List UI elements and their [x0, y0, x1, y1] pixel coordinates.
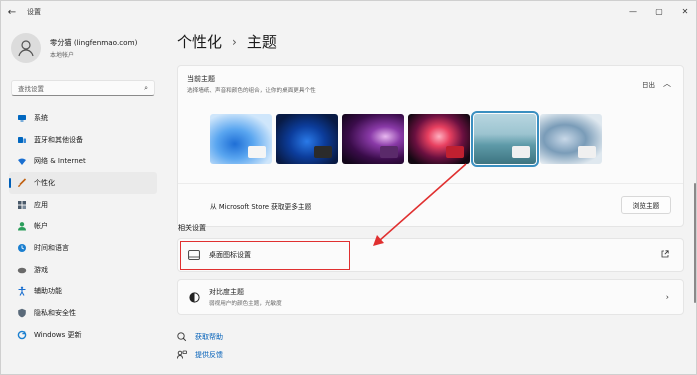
brush-icon — [17, 178, 27, 188]
feedback-icon — [177, 350, 187, 360]
theme-preview-window — [512, 146, 530, 158]
current-theme-header[interactable]: 当前主题 选择墙纸、声音和颜色的组合，让你的桌面更具个性 — [187, 74, 316, 94]
contrast-icon — [188, 291, 200, 303]
give-feedback-text: 提供反馈 — [195, 351, 223, 359]
theme-thumbnail-captured-motion[interactable] — [408, 114, 470, 164]
chevron-right-icon: › — [232, 34, 237, 49]
get-help-text: 获取帮助 — [195, 333, 223, 341]
sidebar-item-time-language[interactable]: 时间和语言 — [9, 237, 157, 259]
account-type: 本地帐户 — [50, 51, 75, 59]
store-text: 从 Microsoft Store 获取更多主题 — [210, 202, 312, 211]
sidebar-item-label: Windows 更新 — [34, 330, 82, 339]
sidebar-item-label: 隐私和安全性 — [34, 309, 76, 318]
sidebar-item-system[interactable]: 系统 — [9, 107, 157, 129]
theme-preview-window — [446, 146, 464, 158]
sidebar-item-label: 网络 & Internet — [34, 157, 86, 166]
sidebar-item-personalization[interactable]: 个性化 — [9, 172, 157, 194]
sidebar-item-label: 应用 — [34, 200, 48, 209]
theme-thumbnail-windows-dark[interactable] — [276, 114, 338, 164]
accessibility-icon — [17, 286, 27, 297]
sidebar-item-label: 帐户 — [34, 222, 48, 231]
contrast-themes-row[interactable]: 对比度主题 弱视用户的颜色主题，光敏度 › — [177, 279, 684, 315]
sidebar-item-network[interactable]: 网络 & Internet — [9, 150, 157, 172]
theme-gallery — [210, 111, 606, 167]
collapse-toggle[interactable]: 日出 ︿ — [642, 78, 671, 89]
sidebar-item-label: 蓝牙和其他设备 — [34, 135, 83, 144]
sidebar-item-label: 辅助功能 — [34, 287, 62, 296]
theme-thumbnail-glow[interactable] — [342, 114, 404, 164]
shield-icon — [17, 308, 27, 318]
main-content: 个性化 › 主题 当前主题 选择墙纸、声音和颜色的组合，让你的桌面更具个性 日出… — [165, 23, 697, 375]
avatar — [11, 33, 41, 63]
sidebar-item-label: 时间和语言 — [34, 243, 69, 252]
theme-preview-window — [578, 146, 596, 158]
apps-icon — [17, 200, 27, 210]
related-settings-label: 相关设置 — [178, 224, 206, 232]
theme-thumbnail-flow[interactable] — [540, 114, 602, 164]
breadcrumb: 个性化 › 主题 — [177, 31, 277, 52]
gamepad-icon — [17, 265, 27, 275]
chevron-right-icon: › — [665, 292, 669, 302]
sidebar-nav: 系统 蓝牙和其他设备 网络 & Internet 个性化 应用 帐户 时间和语言 — [9, 107, 157, 346]
store-row: 从 Microsoft Store 获取更多主题 浏览主题 — [178, 183, 683, 227]
annotation-highlight-box — [180, 241, 350, 270]
windows-update-icon — [17, 330, 27, 340]
current-theme-card: 当前主题 选择墙纸、声音和颜色的组合，让你的桌面更具个性 日出 ︿ 从 Micr… — [177, 65, 684, 227]
window-controls: — ▢ ✕ — [620, 1, 697, 21]
close-icon[interactable]: ✕ — [672, 1, 697, 21]
current-theme-description: 选择墙纸、声音和颜色的组合，让你的桌面更具个性 — [187, 88, 316, 94]
window-title: 设置 — [27, 8, 41, 16]
back-arrow-icon[interactable]: ← — [1, 7, 23, 18]
person-icon — [18, 40, 34, 57]
chevron-up-icon: ︿ — [663, 79, 671, 88]
get-help-link[interactable]: 获取帮助 — [177, 332, 223, 342]
sidebar-item-bluetooth[interactable]: 蓝牙和其他设备 — [9, 129, 157, 151]
sidebar-item-accounts[interactable]: 帐户 — [9, 215, 157, 237]
account-icon — [17, 221, 27, 231]
give-feedback-link[interactable]: 提供反馈 — [177, 350, 223, 360]
globe-clock-icon — [17, 243, 27, 253]
monitor-icon — [17, 113, 27, 123]
external-link-icon — [661, 250, 669, 260]
breadcrumb-parent[interactable]: 个性化 — [177, 31, 222, 52]
theme-preview-window — [248, 146, 266, 158]
current-theme-name: 日出 — [642, 80, 655, 89]
sidebar-item-label: 个性化 — [34, 178, 55, 187]
sidebar-item-windows-update[interactable]: Windows 更新 — [9, 324, 157, 346]
sidebar-item-label: 系统 — [34, 113, 48, 122]
user-name: 零分猫 (lingfenmao.com) — [50, 37, 138, 47]
maximize-icon[interactable]: ▢ — [646, 1, 672, 21]
theme-preview-window — [380, 146, 398, 158]
sidebar: 零分猫 (lingfenmao.com) 本地帐户 查找设置 ⌕ 系统 蓝牙和其… — [1, 23, 165, 375]
browse-themes-button[interactable]: 浏览主题 — [621, 196, 671, 214]
wifi-icon — [17, 156, 27, 166]
theme-preview-window — [314, 146, 332, 158]
contrast-themes-subtitle: 弱视用户的颜色主题，光敏度 — [209, 301, 282, 307]
theme-thumbnail-windows-light[interactable] — [210, 114, 272, 164]
bluetooth-icon — [17, 135, 27, 145]
minimize-icon[interactable]: — — [620, 1, 646, 21]
current-theme-title: 当前主题 — [187, 75, 215, 83]
user-profile[interactable]: 零分猫 (lingfenmao.com) 本地帐户 — [11, 33, 137, 63]
search-placeholder: 查找设置 — [18, 85, 44, 93]
help-icon — [177, 332, 187, 342]
sidebar-item-gaming[interactable]: 游戏 — [9, 259, 157, 281]
sidebar-item-accessibility[interactable]: 辅助功能 — [9, 281, 157, 303]
breadcrumb-current: 主题 — [246, 33, 277, 51]
contrast-themes-title: 对比度主题 — [209, 288, 244, 296]
sidebar-item-label: 游戏 — [34, 265, 48, 274]
search-icon: ⌕ — [144, 83, 148, 92]
title-bar: ← 设置 — ▢ ✕ — [1, 1, 697, 23]
theme-thumbnail-sunrise[interactable] — [471, 111, 539, 167]
scrollbar[interactable] — [694, 183, 696, 303]
search-input[interactable]: 查找设置 ⌕ — [11, 80, 155, 96]
sidebar-item-privacy[interactable]: 隐私和安全性 — [9, 302, 157, 324]
sidebar-item-apps[interactable]: 应用 — [9, 194, 157, 216]
